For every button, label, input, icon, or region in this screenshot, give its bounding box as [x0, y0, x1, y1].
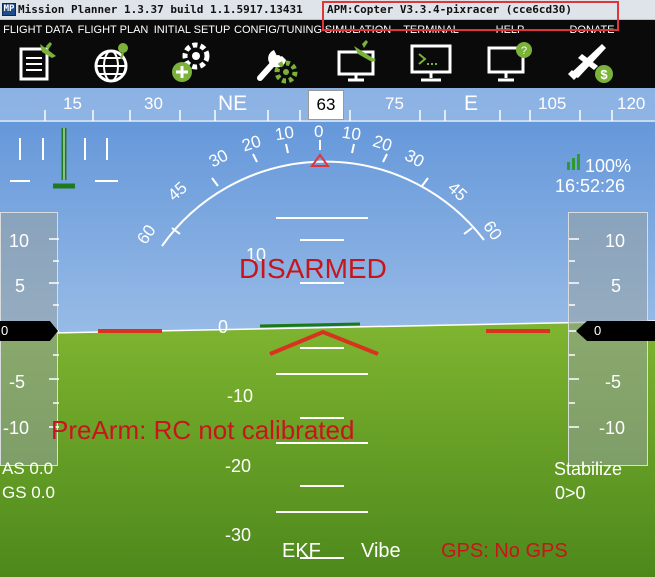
heading-label: 15 — [63, 94, 82, 113]
roll-label: 10 — [273, 122, 296, 145]
heading-label: 105 — [538, 94, 567, 113]
flight-data-icon — [19, 42, 56, 81]
menu-label: CONFIG/TUNING — [234, 24, 322, 36]
flight-mode: Stabilize — [554, 459, 623, 479]
window-title: Mission Planner 1.3.37 build 1.1.5917.13… — [18, 3, 303, 16]
svg-text:?: ? — [521, 45, 527, 57]
altitude-tick: -10 — [599, 418, 626, 438]
firmware-highlight-box — [322, 1, 619, 31]
pitch-label: -20 — [225, 456, 252, 476]
groundspeed-readout: GS 0.0 — [2, 483, 55, 502]
roll-label: 0 — [314, 122, 324, 141]
pitch-label: -10 — [227, 386, 254, 406]
pitch-label: 0 — [218, 317, 229, 337]
donate-icon: $ — [568, 44, 613, 83]
menu-label: INITIAL SETUP — [153, 24, 231, 36]
altitude-tick: 5 — [611, 276, 622, 296]
gps-status: GPS: No GPS — [441, 540, 568, 562]
arming-status: DISARMED — [239, 253, 387, 284]
heading-current-box: 63 — [308, 90, 344, 120]
menu-flight-data[interactable]: FLIGHT DATA — [0, 20, 76, 88]
vibe-button[interactable]: Vibe — [361, 541, 401, 561]
prearm-message: PreArm: RC not calibrated — [51, 415, 355, 445]
initial-setup-icon — [172, 42, 210, 82]
hud-background — [0, 88, 655, 577]
speed-tick: -10 — [3, 418, 30, 438]
roll-label: 10 — [340, 122, 363, 145]
help-icon: ? — [487, 42, 532, 82]
menu-config-tuning[interactable]: CONFIG/TUNING — [234, 20, 322, 88]
heading-label: 30 — [144, 94, 163, 113]
pitch-label: -30 — [225, 525, 252, 545]
battery-link-percent: 100% — [585, 156, 632, 176]
flight-plan-icon — [94, 43, 128, 83]
hud-display[interactable]: 15 30 NE 75 E 105 120 63 60 45 30 20 10 … — [0, 88, 655, 577]
ekf-button[interactable]: EKF — [282, 541, 321, 561]
speed-tick: 5 — [15, 276, 26, 296]
app-icon: MP — [2, 3, 16, 16]
heading-cardinal: E — [464, 92, 479, 115]
altitude-tick: 10 — [605, 231, 626, 251]
simulation-icon — [337, 40, 376, 82]
airspeed-readout: AS 0.0 — [2, 459, 54, 478]
heading-label: 120 — [617, 94, 646, 113]
altitude-current-pointer: 0 — [576, 321, 655, 341]
speed-tick: 10 — [9, 231, 30, 251]
terminal-icon — [410, 44, 452, 82]
speed-current-pointer: 0 — [0, 321, 58, 341]
heading-cardinal: NE — [218, 92, 248, 115]
menu-label: FLIGHT DATA — [3, 24, 73, 36]
config-tuning-icon — [257, 50, 298, 84]
heading-tape: 15 30 NE 75 E 105 120 63 — [0, 88, 655, 122]
clock: 16:52:26 — [555, 176, 626, 196]
menu-flight-plan[interactable]: FLIGHT PLAN — [76, 20, 150, 88]
flight-mode-detail: 0>0 — [555, 483, 586, 503]
heading-label: 75 — [385, 94, 404, 113]
menu-label: FLIGHT PLAN — [77, 24, 149, 36]
menu-initial-setup[interactable]: INITIAL SETUP — [150, 20, 234, 88]
speed-tick: -5 — [9, 372, 26, 392]
svg-text:$: $ — [600, 67, 608, 82]
altitude-tick: -5 — [605, 372, 622, 392]
